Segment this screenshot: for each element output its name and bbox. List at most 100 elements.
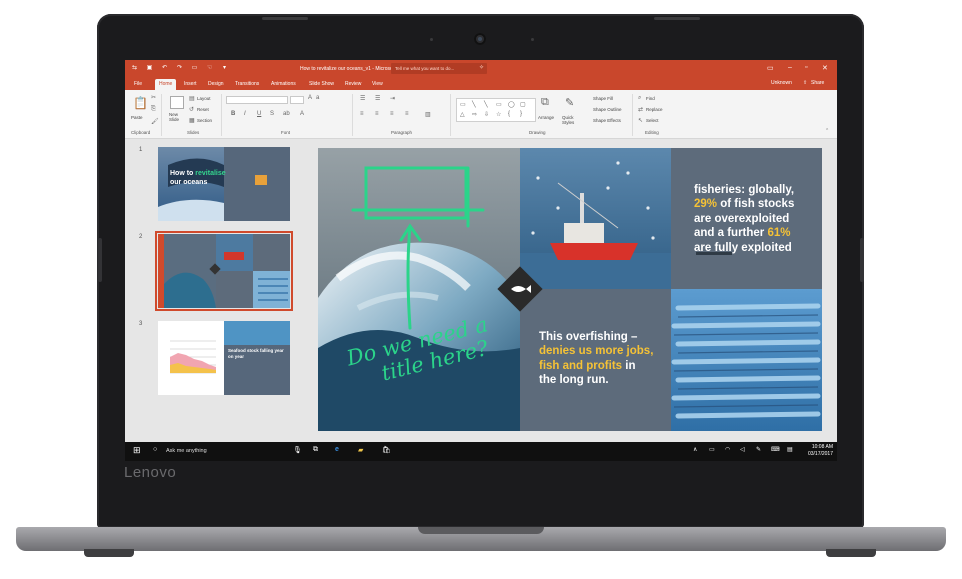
start-windows-icon[interactable]: ⊞: [133, 445, 141, 456]
file-explorer-icon[interactable]: ▰: [358, 446, 363, 454]
columns-icon[interactable]: ▥: [425, 111, 431, 118]
fact-text-fisheries: fisheries: globally, 29% of fish stocks …: [694, 184, 795, 254]
grow-font-icon[interactable]: A: [308, 95, 312, 101]
indent-icon[interactable]: ⇥: [390, 95, 395, 102]
tab-animations[interactable]: Animations: [271, 81, 296, 87]
bullets-icon[interactable]: ☰: [360, 95, 365, 102]
bold-icon[interactable]: B: [231, 111, 235, 117]
maximize-icon[interactable]: ▫: [805, 64, 807, 71]
reset-button[interactable]: Reset: [197, 107, 209, 112]
shape-fill-button[interactable]: Shape Fill: [593, 96, 613, 101]
brace-shape-icon[interactable]: }: [520, 111, 522, 117]
autosave-icon[interactable]: ⇆: [131, 65, 138, 72]
lid-side-tab: [98, 238, 102, 282]
slide-thumbnail-3[interactable]: Seafood stock falling year on year: [158, 321, 290, 395]
paste-icon[interactable]: 📋: [133, 96, 148, 110]
arrange-icon[interactable]: ⧉: [541, 96, 549, 109]
redo-icon[interactable]: ↷: [176, 65, 183, 72]
shape-effects-button[interactable]: Shape Effects: [593, 118, 621, 123]
tab-file[interactable]: File: [134, 81, 142, 87]
strikethrough-icon[interactable]: ab: [283, 111, 290, 117]
shadow-icon[interactable]: S: [270, 111, 274, 117]
tab-view[interactable]: View: [372, 81, 383, 87]
paste-button[interactable]: Paste: [131, 115, 143, 120]
search-box-text[interactable]: Ask me anything: [166, 448, 207, 454]
shrink-font-icon[interactable]: a: [316, 95, 319, 101]
touch-mode-icon[interactable]: ☜: [206, 65, 213, 72]
quick-styles-button[interactable]: Quick Styles: [562, 115, 578, 125]
microphone-icon[interactable]: 🎙: [293, 446, 302, 454]
slide-canvas[interactable]: Do we need a title here? fisheries: glob…: [318, 148, 822, 431]
system-clock[interactable]: 10:08 AM 03/17/2017: [808, 444, 833, 458]
numbering-icon[interactable]: ☰: [375, 95, 380, 102]
store-icon[interactable]: 🛍: [382, 446, 391, 454]
tell-me-box[interactable]: Tell me what you want to do... ✧: [391, 63, 487, 74]
font-color-icon[interactable]: A: [300, 111, 304, 117]
share-icon[interactable]: ⇧: [803, 80, 807, 86]
line-shape-icon[interactable]: ╲: [484, 101, 488, 108]
close-icon[interactable]: ✕: [822, 64, 828, 72]
layout-button[interactable]: Layout: [197, 96, 211, 101]
shape-outline-button[interactable]: Shape Outline: [593, 107, 622, 112]
new-slide-button[interactable]: New Slide: [169, 112, 189, 122]
tab-insert[interactable]: Insert: [184, 81, 197, 87]
section-button[interactable]: Section: [197, 118, 212, 123]
text-box-shape-icon[interactable]: ▭: [460, 101, 466, 108]
rectangle-shape-icon[interactable]: ▭: [496, 101, 502, 108]
tab-home[interactable]: Home: [155, 79, 177, 90]
volume-icon[interactable]: ◁: [740, 446, 745, 453]
ribbon-display-icon[interactable]: ▭: [767, 64, 774, 72]
line-shape-icon[interactable]: ╲: [472, 101, 476, 108]
oval-shape-icon[interactable]: ◯: [508, 101, 515, 108]
ink-workspace-icon[interactable]: ✎: [756, 446, 761, 453]
find-button[interactable]: Find: [646, 96, 655, 101]
cortana-circle-icon[interactable]: ○: [153, 446, 157, 453]
tab-slide-show[interactable]: Slide Show: [309, 81, 334, 87]
save-icon[interactable]: ▣: [146, 65, 153, 72]
thumbnail-2-art: [158, 234, 290, 308]
present-icon[interactable]: ▭: [191, 65, 198, 72]
customize-icon[interactable]: ▾: [221, 65, 228, 72]
collapse-ribbon-icon[interactable]: ⌃: [825, 128, 829, 134]
action-center-icon[interactable]: ▤: [787, 446, 793, 453]
new-slide-icon[interactable]: [170, 96, 184, 109]
tab-review[interactable]: Review: [345, 81, 361, 87]
quick-styles-icon[interactable]: ✎: [565, 96, 574, 109]
show-hidden-icons[interactable]: ∧: [693, 446, 697, 453]
font-size-field[interactable]: [290, 96, 304, 104]
triangle-shape-icon[interactable]: △: [460, 111, 465, 118]
underline-icon[interactable]: U: [257, 111, 261, 117]
arrow-shape-icon[interactable]: ⇩: [484, 111, 489, 118]
share-button[interactable]: Share: [811, 80, 824, 86]
arrow-shape-icon[interactable]: ⇨: [472, 111, 477, 118]
cut-icon[interactable]: ✂: [151, 94, 156, 101]
align-center-icon[interactable]: ≡: [375, 111, 379, 117]
minimize-icon[interactable]: –: [788, 64, 792, 71]
arrange-button[interactable]: Arrange: [538, 115, 554, 120]
font-name-field[interactable]: [226, 96, 288, 104]
wifi-icon[interactable]: ◠: [725, 446, 730, 453]
align-left-icon[interactable]: ≡: [360, 111, 364, 117]
task-view-icon[interactable]: ⧉: [313, 446, 318, 454]
select-button[interactable]: Select: [646, 118, 659, 123]
user-name[interactable]: Unknown: [771, 80, 792, 86]
mic-sensor: [430, 38, 433, 41]
brace-shape-icon[interactable]: {: [508, 111, 510, 117]
shapes-gallery[interactable]: ▭ ╲ ╲ ▭ ◯ ▢ △ ⇨ ⇩ ☆ { }: [456, 98, 536, 122]
rounded-rect-shape-icon[interactable]: ▢: [520, 101, 526, 108]
edge-browser-icon[interactable]: e: [335, 446, 339, 453]
align-right-icon[interactable]: ≡: [390, 111, 394, 117]
format-painter-icon[interactable]: 🖌: [151, 118, 159, 125]
keyboard-icon[interactable]: ⌨: [771, 446, 780, 453]
copy-icon[interactable]: ⎘: [151, 106, 156, 113]
star-shape-icon[interactable]: ☆: [496, 111, 501, 118]
italic-icon[interactable]: I: [244, 111, 246, 117]
replace-button[interactable]: Replace: [646, 107, 663, 112]
tab-transitions[interactable]: Transitions: [235, 81, 259, 87]
justify-icon[interactable]: ≡: [405, 111, 409, 117]
tab-design[interactable]: Design: [208, 81, 224, 87]
slide-thumbnail-2[interactable]: [155, 231, 293, 311]
undo-icon[interactable]: ↶: [161, 65, 168, 72]
slide-thumbnail-1[interactable]: How to revitalise our oceans: [158, 147, 290, 221]
battery-icon[interactable]: ▭: [709, 446, 715, 453]
